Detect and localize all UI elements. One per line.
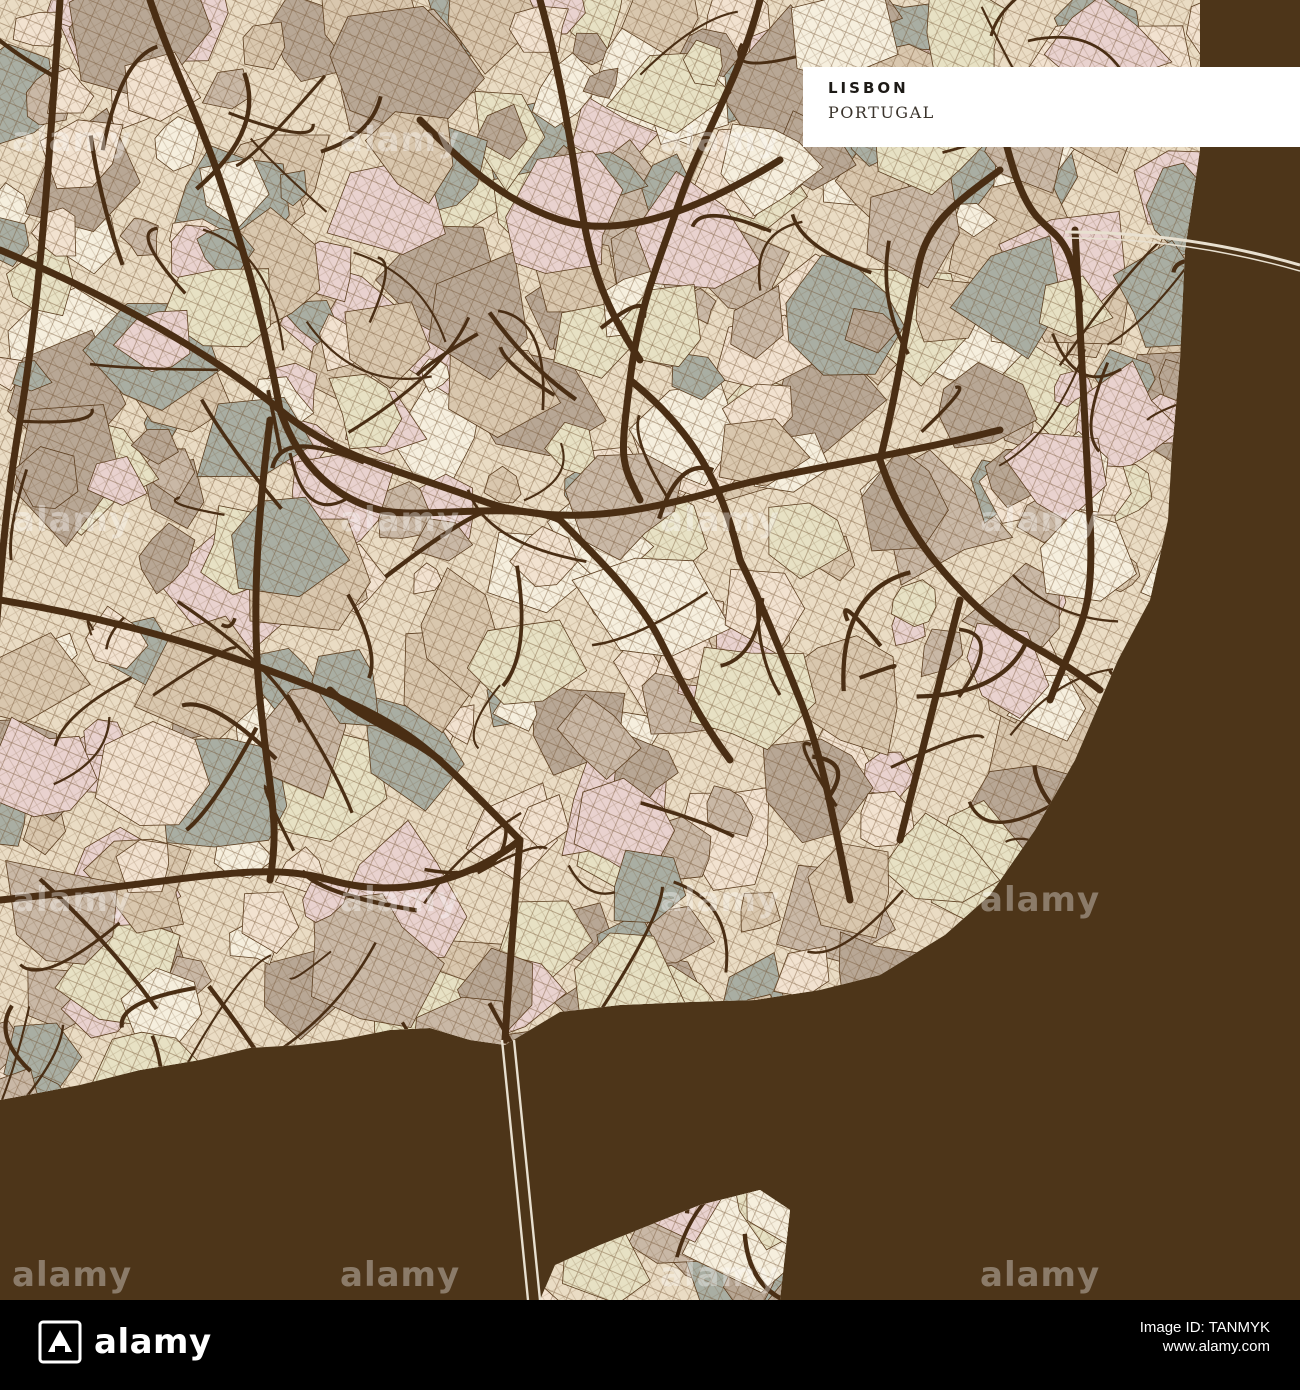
footer-bar: alamy Image ID: TANMYK www.alamy.com	[0, 1300, 1300, 1390]
site-link[interactable]: www.alamy.com	[1140, 1337, 1270, 1356]
alamy-logo-icon	[38, 1320, 82, 1364]
map-title-box: LISBON PORTUGAL	[803, 67, 1300, 147]
footer-logo-text: alamy	[94, 1322, 212, 1362]
image-id: Image ID: TANMYK	[1139, 1319, 1270, 1336]
footer-info: Image ID: TANMYK www.alamy.com	[1140, 1318, 1270, 1356]
city-name: LISBON	[828, 79, 909, 97]
country-name: PORTUGAL	[828, 103, 935, 122]
footer-logo[interactable]: alamy	[38, 1320, 212, 1364]
map-container: alamy alamy alamy alamy alamy alamy alam…	[0, 0, 1300, 1300]
city-map	[0, 0, 1300, 1300]
